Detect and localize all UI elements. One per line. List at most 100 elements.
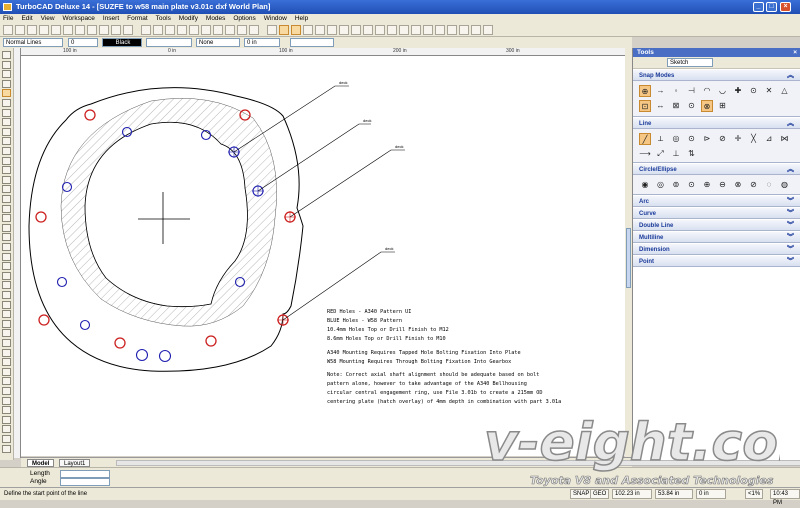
palette-tool-icon[interactable]: ⊙ (686, 100, 698, 112)
palette-tool-icon[interactable]: ⟶ (639, 148, 651, 160)
tool-button[interactable] (2, 281, 11, 290)
tool-button[interactable] (2, 127, 11, 136)
tool-button[interactable] (2, 118, 11, 127)
drawing-canvas[interactable]: deck deck deck deck RED Holes - A340 Pat… (21, 56, 625, 456)
palette-tool-icon[interactable]: ◡ (717, 85, 729, 97)
toolbar-button[interactable] (483, 25, 493, 35)
toolbar-button[interactable] (123, 25, 133, 35)
tool-button[interactable] (2, 387, 11, 395)
tool-button[interactable] (2, 319, 11, 328)
toolbar-button[interactable] (315, 25, 325, 35)
menu-modify[interactable]: Modify (176, 14, 201, 24)
tool-button[interactable] (2, 396, 11, 405)
toolbar-button[interactable] (63, 25, 73, 35)
palette-tool-icon[interactable]: ⤢ (655, 148, 667, 160)
palette-tool-icon[interactable]: ⊿ (763, 133, 775, 145)
section-dimension[interactable]: Dimension ︾ (633, 243, 800, 255)
palette-tool-icon[interactable]: ⊡ (639, 100, 651, 112)
palette-tool-icon[interactable]: △ (779, 85, 791, 97)
tool-button[interactable] (2, 70, 11, 79)
toolbar-button[interactable] (387, 25, 397, 35)
palette-tool-icon[interactable]: ◦ (670, 85, 682, 97)
toolbar-button[interactable] (351, 25, 361, 35)
tool-button[interactable] (2, 262, 11, 271)
tool-button[interactable] (2, 214, 11, 223)
tool-button[interactable] (2, 252, 11, 261)
palette-tool-icon[interactable]: ⊞ (717, 100, 729, 112)
pattern-scale-field[interactable]: 0 in (244, 38, 280, 47)
tool-button[interactable] (2, 166, 11, 175)
toolbar-button[interactable] (27, 25, 37, 35)
tool-button[interactable] (2, 377, 11, 386)
menu-insert[interactable]: Insert (100, 14, 122, 24)
tool-button[interactable] (2, 156, 11, 165)
menu-tools[interactable]: Tools (153, 14, 174, 24)
palette-tool-icon[interactable]: ⊕ (701, 179, 713, 191)
tool-button[interactable] (2, 444, 11, 453)
section-line[interactable]: Line ︽ (633, 117, 800, 129)
menu-help[interactable]: Help (292, 14, 311, 24)
close-icon[interactable]: × (793, 48, 797, 57)
tool-button[interactable] (2, 60, 11, 69)
palette-tool-icon[interactable]: ✕ (763, 85, 775, 97)
palette-tool-icon[interactable]: ◉ (639, 179, 651, 191)
palette-tool-icon[interactable]: ⊣ (686, 85, 698, 97)
tool-button[interactable] (2, 137, 11, 146)
palette-tool-icon[interactable]: ⊖ (717, 179, 729, 191)
tab-layout1[interactable]: Layout1 (59, 459, 91, 467)
toolbar-button[interactable] (15, 25, 25, 35)
palette-tool-icon[interactable]: ◎ (670, 133, 682, 145)
section-snap-modes[interactable]: Snap Modes ︽ (633, 69, 800, 81)
palette-tool-icon[interactable]: ⊙ (686, 133, 698, 145)
toolbar-button[interactable] (153, 25, 163, 35)
tool-button[interactable] (2, 175, 11, 184)
palette-tool-icon[interactable]: ⊘ (717, 133, 729, 145)
tool-button[interactable] (2, 406, 11, 415)
palette-tool-icon[interactable]: ⊗ (732, 179, 744, 191)
palette-tool-icon[interactable]: ↔ (655, 100, 667, 112)
pen-style-select[interactable] (146, 38, 192, 47)
mode-select[interactable]: Sketch (667, 58, 713, 67)
minimize-button[interactable]: _ (753, 2, 764, 12)
toolbar-button[interactable] (189, 25, 199, 35)
toolbar-button[interactable] (177, 25, 187, 35)
palette-tool-icon[interactable]: ⊚ (670, 179, 682, 191)
tool-button[interactable] (2, 310, 11, 319)
tool-button[interactable] (2, 233, 11, 242)
palette-tool-icon[interactable]: ╳ (748, 133, 760, 145)
tool-button[interactable] (2, 185, 11, 194)
tool-button[interactable] (2, 79, 11, 88)
tool-button[interactable] (2, 223, 11, 232)
palette-tool-icon[interactable]: ⋈ (779, 133, 791, 145)
toolbar-button[interactable] (165, 25, 175, 35)
close-button[interactable]: × (780, 2, 791, 12)
toolbar-button[interactable] (411, 25, 421, 35)
toolbar-button[interactable] (39, 25, 49, 35)
scroll-thumb[interactable] (626, 228, 631, 288)
palette-tool-icon[interactable]: ╱ (639, 133, 651, 145)
menu-view[interactable]: View (38, 14, 58, 24)
snap-toggle[interactable]: SNAP (570, 489, 593, 499)
toolbar-button[interactable] (51, 25, 61, 35)
tool-button[interactable] (2, 99, 11, 107)
toolbar-button[interactable] (339, 25, 349, 35)
angle-field[interactable] (60, 478, 110, 486)
palette-tool-icon[interactable]: → (655, 85, 667, 97)
toolbar-button[interactable] (423, 25, 433, 35)
palette-tool-icon[interactable]: ⊘ (748, 179, 760, 191)
menu-format[interactable]: Format (124, 14, 151, 24)
toolbar-button[interactable] (471, 25, 481, 35)
section-circle-ellipse[interactable]: Circle/Ellipse ︽ (633, 163, 800, 175)
color-select[interactable]: Black (102, 38, 142, 47)
toolbar-button[interactable] (327, 25, 337, 35)
menu-modes[interactable]: Modes (203, 14, 229, 24)
toolbar-button[interactable] (375, 25, 385, 35)
maximize-button[interactable]: □ (766, 2, 777, 12)
section-point[interactable]: Point ︾ (633, 255, 800, 267)
length-field[interactable] (60, 470, 110, 478)
tool-button[interactable] (2, 291, 11, 299)
palette-tool-icon[interactable]: ⊙ (686, 179, 698, 191)
menu-edit[interactable]: Edit (18, 14, 35, 24)
toolbar-button[interactable] (3, 25, 13, 35)
tool-button[interactable] (2, 51, 11, 59)
